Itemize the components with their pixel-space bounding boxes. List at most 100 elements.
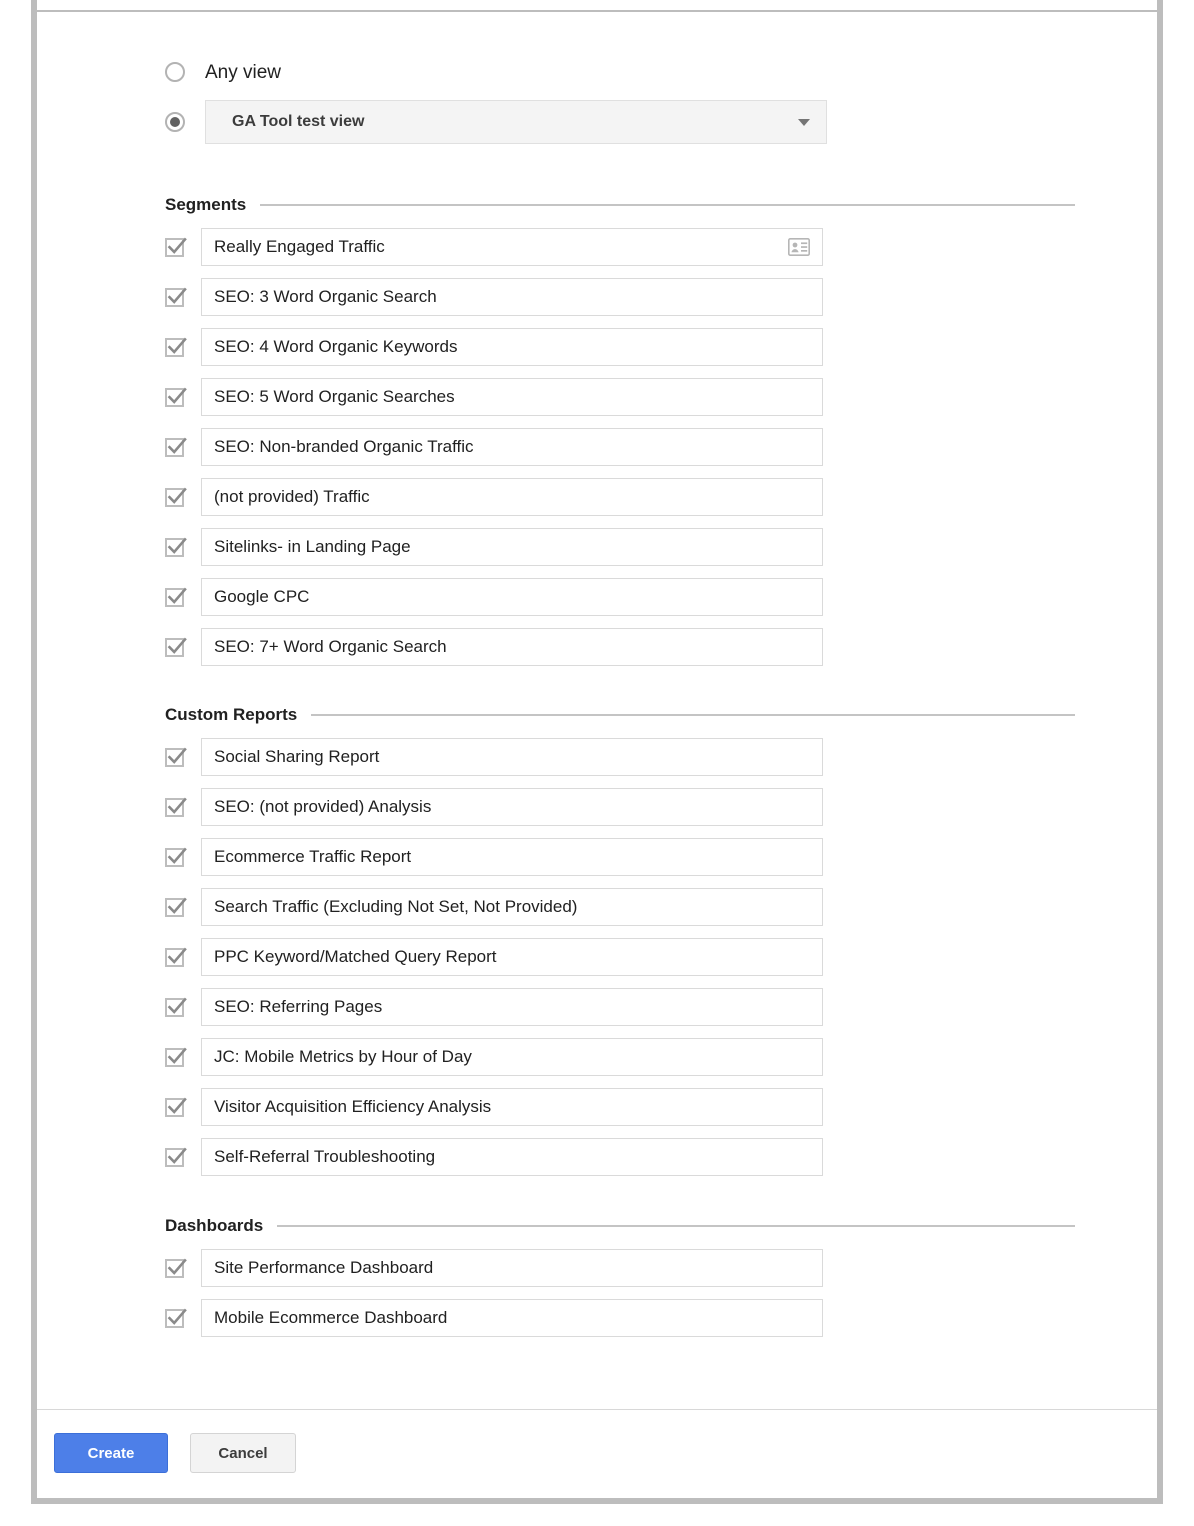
item-checkbox[interactable] [165, 1097, 187, 1117]
item-name-field[interactable]: Really Engaged Traffic [201, 228, 823, 266]
item-name-field[interactable]: Sitelinks- in Landing Page [201, 528, 823, 566]
any-view-row[interactable]: Any view [165, 56, 865, 88]
item-checkbox[interactable] [165, 287, 187, 307]
item-label: SEO: 5 Word Organic Searches [214, 387, 455, 406]
section-segments: Segments Really Engaged Traffic SEO: 3 Wor… [165, 194, 1075, 678]
item-label: Sitelinks- in Landing Page [214, 537, 411, 556]
section-title: Dashboards [165, 1216, 264, 1235]
item-checkbox[interactable] [165, 847, 187, 867]
item-checkbox[interactable] [165, 387, 187, 407]
item-name-field[interactable]: Search Traffic (Excluding Not Set, Not P… [201, 888, 823, 926]
solution-gallery-import-dialog: Any view GA Tool test view Segments Reall… [0, 0, 1194, 1526]
item-label: SEO: Referring Pages [214, 997, 383, 1016]
item-name-field[interactable]: Self-Referral Troubleshooting [201, 1138, 823, 1176]
view-select-dropdown[interactable]: GA Tool test view [205, 100, 827, 144]
item-checkbox[interactable] [165, 1308, 187, 1328]
list-item[interactable]: Google CPC [165, 578, 1075, 616]
list-item[interactable]: Self-Referral Troubleshooting [165, 1138, 1075, 1176]
radio-specific-view[interactable] [165, 112, 185, 132]
item-checkbox[interactable] [165, 437, 187, 457]
section-header: Dashboards [165, 1215, 1075, 1237]
section-custom-reports: Custom Reports Social Sharing Report SEO: … [165, 704, 1075, 1188]
item-name-field[interactable]: SEO: 5 Word Organic Searches [201, 378, 823, 416]
view-scope-selector: Any view GA Tool test view [165, 56, 865, 156]
item-checkbox[interactable] [165, 237, 187, 257]
dialog-footer: Create Cancel [37, 1410, 1157, 1498]
section-title: Custom Reports [165, 705, 298, 724]
list-item[interactable]: SEO: 4 Word Organic Keywords [165, 328, 1075, 366]
item-checkbox[interactable] [165, 537, 187, 557]
specific-view-row[interactable]: GA Tool test view [165, 100, 865, 144]
item-checkbox[interactable] [165, 747, 187, 767]
item-label: Google CPC [214, 587, 310, 606]
contact-card-icon [788, 238, 810, 256]
item-name-field[interactable]: Ecommerce Traffic Report [201, 838, 823, 876]
list-item[interactable]: Ecommerce Traffic Report [165, 838, 1075, 876]
item-label: Visitor Acquisition Efficiency Analysis [214, 1097, 492, 1116]
item-label: Search Traffic (Excluding Not Set, Not P… [214, 897, 578, 916]
list-item[interactable]: Visitor Acquisition Efficiency Analysis [165, 1088, 1075, 1126]
item-label: SEO: Non-branded Organic Traffic [214, 437, 474, 456]
item-label: Really Engaged Traffic [214, 237, 385, 256]
list-item[interactable]: SEO: (not provided) Analysis [165, 788, 1075, 826]
radio-any-view[interactable] [165, 62, 185, 82]
item-name-field[interactable]: SEO: 4 Word Organic Keywords [201, 328, 823, 366]
item-label: Ecommerce Traffic Report [214, 847, 412, 866]
item-checkbox[interactable] [165, 587, 187, 607]
list-item[interactable]: Sitelinks- in Landing Page [165, 528, 1075, 566]
create-button[interactable]: Create [54, 1433, 168, 1473]
item-name-field[interactable]: Mobile Ecommerce Dashboard [201, 1299, 823, 1337]
item-name-field[interactable]: Google CPC [201, 578, 823, 616]
list-item[interactable]: Really Engaged Traffic [165, 228, 1075, 266]
item-checkbox[interactable] [165, 1047, 187, 1067]
item-label: SEO: 7+ Word Organic Search [214, 637, 447, 656]
item-name-field[interactable]: SEO: Non-branded Organic Traffic [201, 428, 823, 466]
list-item[interactable]: PPC Keyword/Matched Query Report [165, 938, 1075, 976]
item-name-field[interactable]: Social Sharing Report [201, 738, 823, 776]
item-name-field[interactable]: JC: Mobile Metrics by Hour of Day [201, 1038, 823, 1076]
item-checkbox[interactable] [165, 1258, 187, 1278]
item-label: Site Performance Dashboard [214, 1258, 434, 1277]
item-checkbox[interactable] [165, 797, 187, 817]
item-label: (not provided) Traffic [214, 487, 370, 506]
list-item[interactable]: SEO: 7+ Word Organic Search [165, 628, 1075, 666]
item-checkbox[interactable] [165, 1147, 187, 1167]
list-item[interactable]: (not provided) Traffic [165, 478, 1075, 516]
item-name-field[interactable]: SEO: 7+ Word Organic Search [201, 628, 823, 666]
list-item[interactable]: JC: Mobile Metrics by Hour of Day [165, 1038, 1075, 1076]
item-name-field[interactable]: SEO: Referring Pages [201, 988, 823, 1026]
list-item[interactable]: Site Performance Dashboard [165, 1249, 1075, 1287]
item-label: PPC Keyword/Matched Query Report [214, 947, 497, 966]
item-name-field[interactable]: SEO: 3 Word Organic Search [201, 278, 823, 316]
item-name-field[interactable]: PPC Keyword/Matched Query Report [201, 938, 823, 976]
list-item[interactable]: SEO: 5 Word Organic Searches [165, 378, 1075, 416]
item-checkbox[interactable] [165, 897, 187, 917]
section-title: Segments [165, 195, 247, 214]
list-item[interactable]: Mobile Ecommerce Dashboard [165, 1299, 1075, 1337]
item-checkbox[interactable] [165, 487, 187, 507]
item-checkbox[interactable] [165, 947, 187, 967]
radio-specific-view-dot [170, 117, 180, 127]
item-label: SEO: 3 Word Organic Search [214, 287, 437, 306]
list-item[interactable]: Search Traffic (Excluding Not Set, Not P… [165, 888, 1075, 926]
dialog-right-border [1157, 0, 1163, 1504]
list-item[interactable]: SEO: Non-branded Organic Traffic [165, 428, 1075, 466]
item-checkbox[interactable] [165, 637, 187, 657]
radio-any-view-dot [170, 67, 180, 77]
item-name-field[interactable]: Site Performance Dashboard [201, 1249, 823, 1287]
item-checkbox[interactable] [165, 997, 187, 1017]
item-name-field[interactable]: SEO: (not provided) Analysis [201, 788, 823, 826]
list-item[interactable]: SEO: 3 Word Organic Search [165, 278, 1075, 316]
dialog-body: Any view GA Tool test view Segments Reall… [37, 12, 1157, 1410]
section-divider [311, 714, 1075, 716]
dialog-bottom-border [31, 1498, 1163, 1504]
item-label: SEO: (not provided) Analysis [214, 797, 432, 816]
list-item[interactable]: Social Sharing Report [165, 738, 1075, 776]
cancel-button[interactable]: Cancel [190, 1433, 296, 1473]
list-item[interactable]: SEO: Referring Pages [165, 988, 1075, 1026]
item-name-field[interactable]: (not provided) Traffic [201, 478, 823, 516]
section-header: Custom Reports [165, 704, 1075, 726]
item-checkbox[interactable] [165, 337, 187, 357]
item-label: JC: Mobile Metrics by Hour of Day [214, 1047, 472, 1066]
item-name-field[interactable]: Visitor Acquisition Efficiency Analysis [201, 1088, 823, 1126]
